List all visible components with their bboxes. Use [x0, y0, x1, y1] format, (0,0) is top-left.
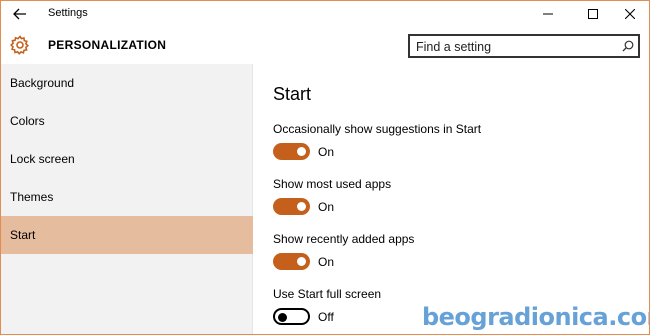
- sidebar-item-label: Lock screen: [10, 152, 75, 166]
- setting-label-full-screen: Use Start full screen: [273, 287, 382, 301]
- toggle-knob: [297, 147, 306, 156]
- window-title: Settings: [48, 7, 88, 19]
- settings-window: Settings PERSONALIZATION Find a setting …: [0, 0, 650, 335]
- toggle-knob: [297, 202, 306, 211]
- toggle-knob: [297, 257, 306, 266]
- sidebar-item-background[interactable]: Background: [1, 64, 253, 102]
- sidebar-item-label: Themes: [10, 190, 54, 204]
- toggle-full-screen[interactable]: [273, 308, 310, 325]
- gear-icon: [10, 35, 29, 55]
- back-button[interactable]: [9, 4, 31, 24]
- sidebar-item-lock-screen[interactable]: Lock screen: [1, 140, 253, 178]
- main-content: Start Occasionally show suggestions in S…: [254, 64, 649, 334]
- minimize-button[interactable]: [531, 1, 565, 27]
- setting-label-recently-added: Show recently added apps: [273, 232, 415, 246]
- toggle-state-recently-added: On: [318, 255, 335, 269]
- close-icon: [625, 9, 635, 19]
- close-button[interactable]: [613, 1, 647, 27]
- setting-label-suggestions: Occasionally show suggestions in Start: [273, 122, 482, 136]
- toggle-suggestions[interactable]: [273, 143, 310, 160]
- toggle-knob: [278, 312, 287, 322]
- sidebar-item-label: Background: [10, 76, 75, 90]
- title-bar: Settings: [1, 1, 649, 28]
- toggle-state-most-used: On: [318, 200, 335, 214]
- sidebar-item-themes[interactable]: Themes: [1, 178, 253, 216]
- toggle-recently-added[interactable]: [273, 253, 310, 270]
- minimize-icon: [543, 13, 553, 15]
- sidebar-item-label: Start: [10, 228, 36, 242]
- sidebar-item-colors[interactable]: Colors: [1, 102, 253, 140]
- sidebar: Background Colors Lock screen Themes Sta…: [1, 64, 253, 334]
- toggle-state-full-screen: Off: [318, 310, 334, 324]
- search-icon[interactable]: [622, 40, 634, 52]
- search-box[interactable]: [408, 34, 640, 58]
- settings-header: PERSONALIZATION: [1, 28, 649, 64]
- maximize-button[interactable]: [576, 1, 610, 27]
- sidebar-item-label: Colors: [10, 114, 45, 128]
- search-input[interactable]: [416, 38, 616, 56]
- section-title: PERSONALIZATION: [48, 38, 167, 52]
- page-title: Start: [273, 84, 312, 104]
- sidebar-item-start[interactable]: Start: [1, 216, 253, 254]
- toggle-most-used[interactable]: [273, 198, 310, 215]
- maximize-icon: [588, 9, 598, 19]
- back-arrow-icon: [13, 8, 26, 20]
- setting-label-most-used: Show most used apps: [273, 177, 392, 191]
- toggle-state-suggestions: On: [318, 145, 335, 159]
- watermark: beogradionica.com: [422, 297, 649, 334]
